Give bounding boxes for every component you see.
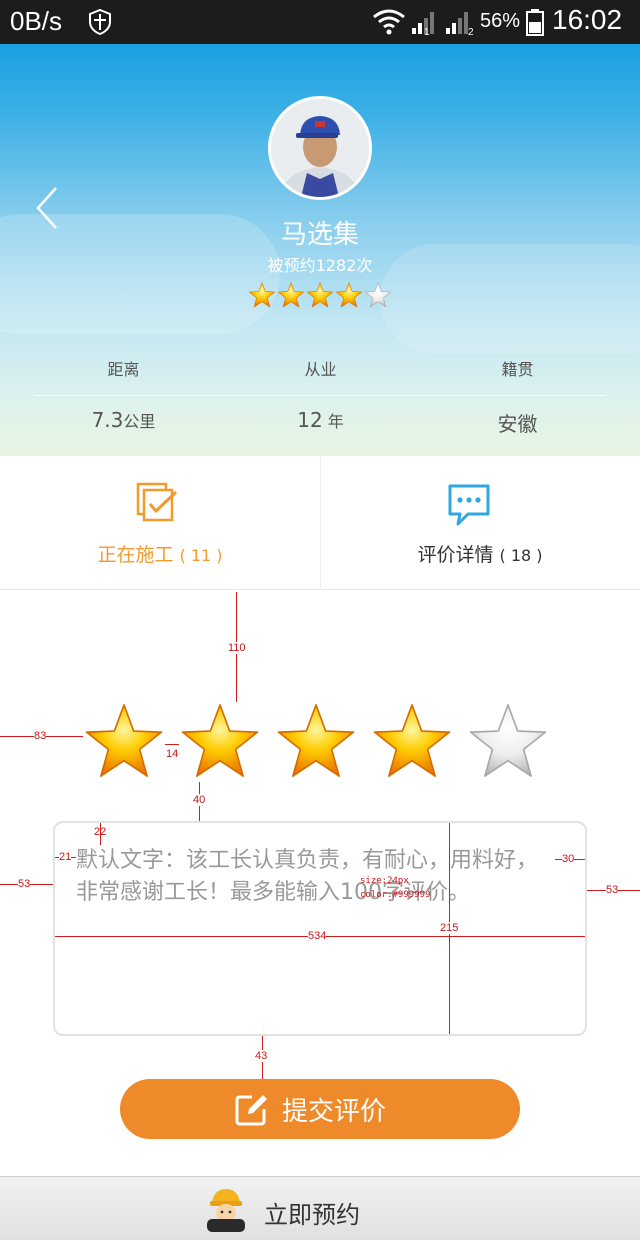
stat-value: 12 <box>297 408 323 432</box>
bottom-bar[interactable]: 立即预约 <box>0 1176 640 1240</box>
annotation-label: 83 <box>34 730 47 742</box>
battery-icon <box>526 9 544 36</box>
annotation-label: 53 <box>18 878 31 890</box>
annotation-label: 21 <box>59 851 72 863</box>
brand-logo <box>207 1189 245 1232</box>
stat-value-wrap: 12 年 <box>214 408 427 432</box>
network-speed: 0B/s <box>10 6 63 36</box>
stat-label: 从业 <box>304 360 337 379</box>
annotation-font-note: size:24px <box>360 876 409 886</box>
book-now-label: 立即预约 <box>264 1201 360 1229</box>
star-filled-icon[interactable] <box>371 700 453 782</box>
star-filled-icon[interactable] <box>83 700 165 782</box>
star-filled-icon <box>248 282 276 308</box>
signal-icon: 2 <box>446 12 474 36</box>
tab-count: ( 18 ) <box>499 546 543 565</box>
annotation-label: 215 <box>440 922 459 934</box>
review-textarea[interactable]: 默认文字：该工长认真负责，有耐心，用料好，非常感谢工长！最多能输入100字评价。 <box>53 821 587 1036</box>
task-check-icon <box>136 482 178 522</box>
annotation-label: 22 <box>94 826 107 838</box>
star-filled-icon[interactable] <box>179 700 261 782</box>
stat-unit: 年 <box>322 412 344 431</box>
review-rating-stars[interactable] <box>83 700 549 784</box>
annotation-label: 53 <box>606 884 619 896</box>
edit-icon <box>235 1095 267 1126</box>
wifi-icon <box>373 9 405 35</box>
stat-label: 距离 <box>107 360 140 379</box>
stat-unit: 公里 <box>123 412 156 431</box>
worker-name: 马选集 <box>280 220 359 250</box>
header-rating <box>248 281 392 309</box>
star-filled-icon <box>306 282 334 308</box>
star-filled-icon <box>277 282 305 308</box>
star-empty-icon <box>364 282 392 308</box>
clock: 16:02 <box>552 4 623 35</box>
tab-count: ( 11 ) <box>179 546 223 565</box>
annotation-label: 110 <box>228 642 246 654</box>
tab-text: 评价详情 ( 18 ) <box>320 540 640 567</box>
submit-label: 提交评价 <box>282 1096 387 1126</box>
stat-value: 7.3 <box>91 408 124 432</box>
annotation-label: 40 <box>193 794 206 806</box>
star-empty-icon[interactable] <box>467 700 549 782</box>
tab-reviews[interactable]: 评价详情 ( 18 ) <box>320 456 640 590</box>
annotation-label: 30 <box>562 853 575 865</box>
tab-label: 评价详情 <box>417 544 494 566</box>
signal-sim2-label: 2 <box>468 27 474 36</box>
signal-icon: 1 <box>412 12 434 36</box>
stat-value-wrap: 7.3公里 <box>17 408 230 432</box>
review-placeholder: 默认文字：该工长认真负责，有耐心，用料好，非常感谢工长！最多能输入100字评价。 <box>76 848 539 905</box>
star-filled-icon[interactable] <box>275 700 357 782</box>
status-bar: 0B/s 1 2 56% 16:02 <box>0 0 640 44</box>
tab-text: 正在施工 ( 11 ) <box>0 540 320 567</box>
avatar <box>268 96 372 200</box>
app-screen: 0B/s 1 2 56% 16:02 马选集 被预约1282次 距离 7.3公里… <box>0 0 640 1240</box>
tab-in-progress[interactable]: 正在施工 ( 11 ) <box>0 456 320 590</box>
divider <box>34 395 606 396</box>
stat-value-wrap: 安徽 <box>411 408 624 437</box>
stat-value: 安徽 <box>497 412 538 436</box>
tab-bar: 正在施工 ( 11 ) 评价详情 ( 18 ) <box>0 456 640 590</box>
submit-review-button[interactable]: 提交评价 <box>120 1079 520 1139</box>
annotation-color-note: color:#999999 <box>360 890 431 900</box>
signal-sim1-label: 1 <box>424 27 430 36</box>
stat-label: 籍贯 <box>501 360 534 379</box>
battery-percent: 56% <box>480 10 521 32</box>
annotation-label: 534 <box>308 930 327 942</box>
tab-label: 正在施工 <box>97 544 174 566</box>
annotation-label: 43 <box>255 1050 268 1062</box>
worker-photo <box>271 99 369 197</box>
chat-bubble-icon <box>448 484 490 526</box>
booking-count: 被预约1282次 <box>267 256 373 275</box>
shield-icon <box>89 8 111 36</box>
star-filled-icon <box>335 282 363 308</box>
